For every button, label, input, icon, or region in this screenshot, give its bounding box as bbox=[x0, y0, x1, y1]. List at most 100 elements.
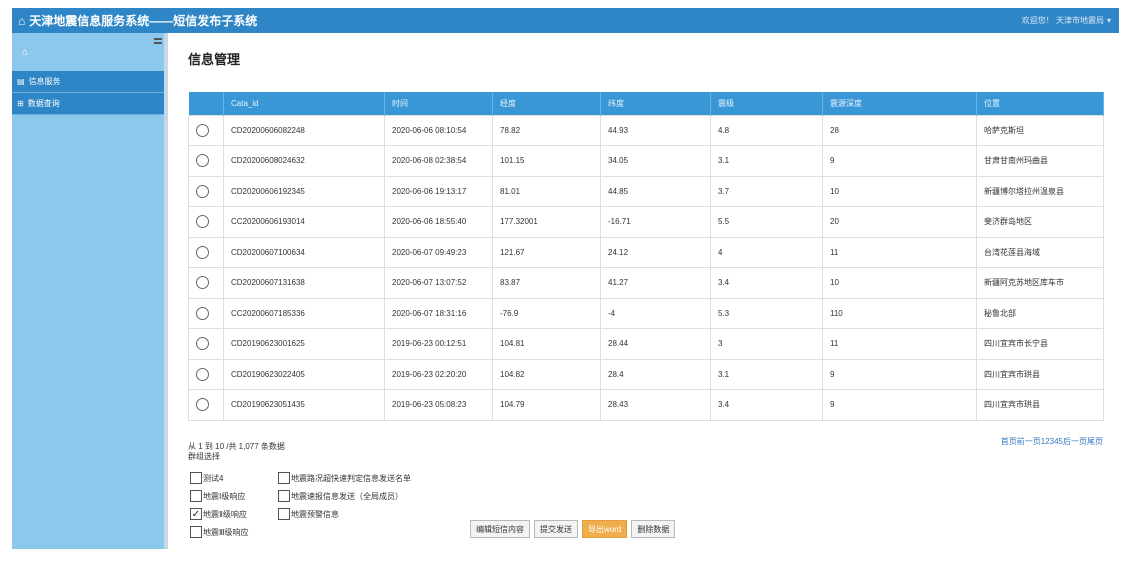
checkbox-label: 地震路况超快速判定信息发送名单 bbox=[291, 473, 411, 483]
table-cell: 甘肃甘南州玛曲县 bbox=[976, 145, 1104, 177]
table-row[interactable]: CD20200607131638 2020-06-07 13:07:52 83.87… bbox=[188, 267, 1104, 299]
sidebar-home[interactable]: ⌂ bbox=[12, 33, 164, 71]
table-cell: 34.05 bbox=[600, 145, 711, 177]
group-checkbox-level1[interactable]: 地震Ⅰ级响应 bbox=[190, 490, 245, 502]
row-select-cell[interactable] bbox=[188, 175, 224, 207]
row-radio[interactable] bbox=[196, 337, 209, 351]
checkbox-box-checked[interactable]: ✓ bbox=[190, 508, 202, 520]
submit-send-button[interactable]: 提交发送 bbox=[534, 520, 578, 538]
column-header[interactable]: 经度 bbox=[492, 92, 601, 115]
table-cell: 28 bbox=[822, 114, 977, 146]
checkbox-box[interactable] bbox=[190, 526, 202, 538]
table-cell: 2020-06-07 18:31:16 bbox=[384, 297, 493, 329]
table-cell: CD20190623022405 bbox=[223, 358, 385, 390]
group-checkbox-level3[interactable]: 地震Ⅲ级响应 bbox=[190, 526, 249, 538]
top-bar: ⌂ 天津地震信息服务系统——短信发布子系统 欢迎您！ 天津市地震局 ▾ bbox=[12, 8, 1119, 33]
table-row[interactable]: CD20190623022405 2019-06-23 02:20:20 104.8… bbox=[188, 358, 1104, 390]
column-header[interactable]: 时间 bbox=[384, 92, 493, 115]
table-cell: 110 bbox=[822, 297, 977, 329]
sidebar-item-info-service[interactable]: ▤ 信息服务 bbox=[12, 71, 164, 93]
table-cell: 2019-06-23 00:12:51 bbox=[384, 328, 493, 360]
table-row[interactable]: CD20200607100634 2020-06-07 09:49:23 121.6… bbox=[188, 236, 1104, 268]
group-checkbox-warning[interactable]: 地震预警信息 bbox=[278, 508, 339, 520]
table-row[interactable]: CD20190623001625 2019-06-23 00:12:51 104.8… bbox=[188, 328, 1104, 360]
group-checkbox-test4[interactable]: 测试4 bbox=[190, 472, 223, 484]
table-cell: 4 bbox=[710, 236, 823, 268]
row-select-cell[interactable] bbox=[188, 358, 224, 390]
table-cell: 秘鲁北部 bbox=[976, 297, 1104, 329]
table-cell: 2019-06-23 02:20:20 bbox=[384, 358, 493, 390]
table-cell: 44.93 bbox=[600, 114, 711, 146]
table-cell: 9 bbox=[822, 389, 977, 421]
row-radio[interactable] bbox=[196, 306, 209, 320]
column-header[interactable]: 纬度 bbox=[600, 92, 711, 115]
table-cell: 3.4 bbox=[710, 389, 823, 421]
column-header[interactable]: 震源深度 bbox=[822, 92, 977, 115]
row-radio[interactable] bbox=[196, 184, 209, 198]
column-header bbox=[188, 92, 224, 115]
row-radio[interactable] bbox=[196, 245, 209, 259]
row-select-cell[interactable] bbox=[188, 206, 224, 238]
checkbox-box[interactable] bbox=[190, 490, 202, 502]
table-cell: CD20200606082248 bbox=[223, 114, 385, 146]
table-cell: -16.71 bbox=[600, 206, 711, 238]
row-select-cell[interactable] bbox=[188, 236, 224, 268]
table-row[interactable]: CC20200606193014 2020-06-06 18:55:40 177.3… bbox=[188, 206, 1104, 238]
row-select-cell[interactable] bbox=[188, 145, 224, 177]
table-cell: 28.44 bbox=[600, 328, 711, 360]
app-window: ⌂ 天津地震信息服务系统——短信发布子系统 欢迎您！ 天津市地震局 ▾ ⌂ ▤ … bbox=[12, 8, 1119, 549]
column-header[interactable]: 震级 bbox=[710, 92, 823, 115]
table-cell: 11 bbox=[822, 236, 977, 268]
checkbox-box[interactable] bbox=[278, 472, 290, 484]
row-radio[interactable] bbox=[196, 398, 209, 412]
table-cell: 3.7 bbox=[710, 175, 823, 207]
group-checkbox-quick-judge[interactable]: 地震路况超快速判定信息发送名单 bbox=[278, 472, 411, 484]
table-row[interactable]: CD20200608024632 2020-06-08 02:38:54 101.1… bbox=[188, 145, 1104, 177]
table-cell: 2020-06-06 19:13:17 bbox=[384, 175, 493, 207]
sidebar-divider bbox=[164, 33, 168, 549]
row-radio[interactable] bbox=[196, 367, 209, 381]
row-select-cell[interactable] bbox=[188, 389, 224, 421]
home-icon: ⌂ bbox=[18, 13, 26, 28]
sidebar-collapse-icon[interactable] bbox=[154, 38, 162, 44]
delete-data-button[interactable]: 删除数据 bbox=[631, 520, 676, 538]
row-radio[interactable] bbox=[196, 276, 209, 290]
table-cell: CC20200607185336 bbox=[223, 297, 385, 329]
checkbox-label: 地震Ⅰ级响应 bbox=[203, 491, 246, 501]
home-icon: ⌂ bbox=[22, 46, 29, 58]
column-header[interactable]: Cata_id bbox=[223, 92, 385, 115]
main-content: 信息管理 Cata_id 时间 经度 纬度 震级 震源深度 位置 CD20200… bbox=[170, 33, 1119, 549]
edit-sms-button[interactable]: 编辑短信内容 bbox=[470, 520, 530, 538]
table-cell: CD20200606192345 bbox=[223, 175, 385, 207]
table-cell: 台湾花莲县海域 bbox=[976, 236, 1104, 268]
column-header[interactable]: 位置 bbox=[976, 92, 1104, 115]
row-radio[interactable] bbox=[196, 215, 209, 229]
group-checkbox-level2[interactable]: ✓ 地震Ⅱ级响应 bbox=[190, 508, 247, 520]
pagination[interactable]: 首页前一页12345后一页尾页 bbox=[1001, 436, 1103, 447]
table-cell: 101.15 bbox=[492, 145, 601, 177]
table-cell: -76.9 bbox=[492, 297, 601, 329]
table-cell: 104.81 bbox=[492, 328, 601, 360]
table-row[interactable]: CD20200606082248 2020-06-06 08:10:54 78.82… bbox=[188, 114, 1104, 146]
group-checkbox-quick-report[interactable]: 地震速报信息发送（全局成员） bbox=[278, 490, 403, 502]
table-row[interactable]: CC20200607185336 2020-06-07 18:31:16 -76.9… bbox=[188, 297, 1104, 329]
checkbox-label: 地震Ⅲ级响应 bbox=[203, 527, 249, 537]
row-radio[interactable] bbox=[196, 123, 209, 137]
checkbox-box[interactable] bbox=[190, 472, 202, 484]
export-word-button[interactable]: 导出word bbox=[582, 520, 628, 538]
table-cell: 104.82 bbox=[492, 358, 601, 390]
checkbox-label: 测试4 bbox=[203, 473, 224, 483]
row-select-cell[interactable] bbox=[188, 328, 224, 360]
row-select-cell[interactable] bbox=[188, 267, 224, 299]
row-select-cell[interactable] bbox=[188, 297, 224, 329]
table-row[interactable]: CD20200606192345 2020-06-06 19:13:17 81.01… bbox=[188, 175, 1104, 207]
row-radio[interactable] bbox=[196, 154, 209, 168]
checkbox-label: 地震Ⅱ级响应 bbox=[203, 509, 247, 519]
row-select-cell[interactable] bbox=[188, 114, 224, 146]
table-row[interactable]: CD20190623051435 2019-06-23 05:08:23 104.7… bbox=[188, 389, 1104, 421]
sidebar-item-data-query[interactable]: ⊞ 数据查询 bbox=[12, 93, 164, 115]
user-menu[interactable]: 欢迎您！ 天津市地震局 ▾ bbox=[1022, 15, 1111, 26]
table-cell: 2020-06-07 13:07:52 bbox=[384, 267, 493, 299]
checkbox-box[interactable] bbox=[278, 508, 290, 520]
checkbox-box[interactable] bbox=[278, 490, 290, 502]
